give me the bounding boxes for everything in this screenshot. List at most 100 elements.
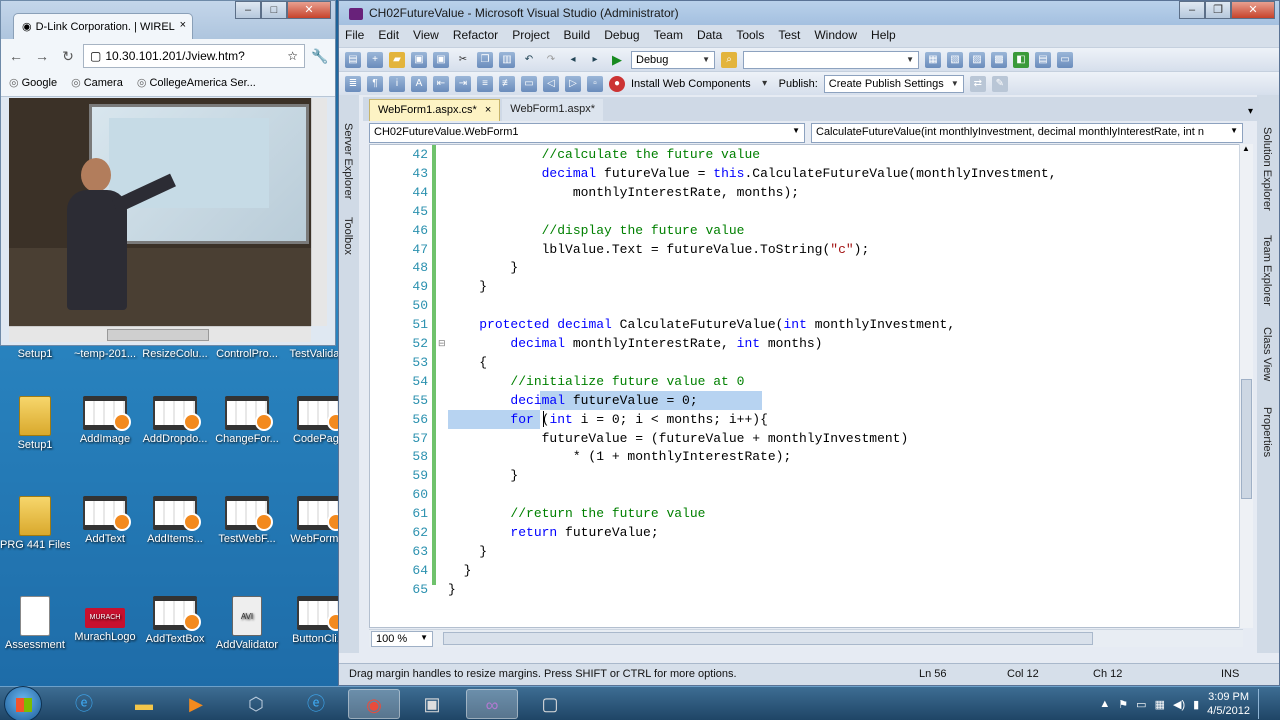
desktop-icon[interactable]: AddText xyxy=(70,496,140,545)
solution-explorer-tab[interactable]: Solution Explorer xyxy=(1261,127,1273,211)
close-icon[interactable]: × xyxy=(485,104,491,116)
maximize-button[interactable]: □ xyxy=(261,1,287,19)
open-file-icon[interactable]: ▰ xyxy=(389,51,405,68)
save-icon[interactable]: ▣ xyxy=(411,51,427,68)
code-line[interactable]: //display the future value xyxy=(448,223,745,238)
close-button[interactable]: ✕ xyxy=(1231,1,1275,19)
toolbar-options-icon[interactable]: ▾ xyxy=(757,76,773,92)
menu-test[interactable]: Test xyxy=(778,28,800,44)
bookmark-prev-icon[interactable]: ◁ xyxy=(543,75,559,92)
editor-vertical-scrollbar[interactable]: ▲ xyxy=(1239,144,1253,628)
find-icon[interactable]: ⌕ xyxy=(721,51,737,68)
code-line[interactable]: decimal monthlyInterestRate, int months) xyxy=(448,336,822,351)
start-debugging-icon[interactable]: ▶ xyxy=(609,52,625,68)
volume-icon[interactable]: ◀) xyxy=(1173,698,1185,711)
tab-overflow-icon[interactable]: ▾ xyxy=(1242,106,1259,121)
menu-window[interactable]: Window xyxy=(814,28,857,44)
desktop-icon-label[interactable]: ~temp-201... xyxy=(70,348,140,360)
start-button[interactable] xyxy=(4,686,42,720)
install-web-components-button[interactable]: Install Web Components xyxy=(631,78,751,90)
extension-icon[interactable]: ▤ xyxy=(1035,51,1051,68)
code-line[interactable]: } xyxy=(448,468,518,483)
cut-icon[interactable]: ✂ xyxy=(455,52,471,68)
code-line[interactable]: futureValue = (futureValue + monthlyInve… xyxy=(448,431,909,446)
member-list-icon[interactable]: ≣ xyxy=(345,75,361,92)
menu-team[interactable]: Team xyxy=(654,28,683,44)
navigate-forward-icon[interactable]: ▸ xyxy=(587,52,603,68)
visual-studio-taskbar-icon[interactable]: ∞ xyxy=(466,689,518,719)
configuration-select[interactable]: Debug ▼ xyxy=(631,50,715,69)
copy-icon[interactable]: ❐ xyxy=(477,51,493,68)
back-icon[interactable]: ← xyxy=(5,48,27,64)
desktop-icon[interactable]: Assessment xyxy=(0,596,70,651)
bookmark-toggle-icon[interactable]: ▭ xyxy=(521,75,537,92)
properties-icon[interactable]: ▧ xyxy=(947,51,963,68)
menu-view[interactable]: View xyxy=(413,28,439,44)
bookmark-clear-icon[interactable]: ▫ xyxy=(587,75,603,92)
chrome-window[interactable]: ◉ D-Link Corporation. | WIREL × – □ ✕ ← →… xyxy=(0,0,336,346)
chrome-tab[interactable]: ◉ D-Link Corporation. | WIREL × xyxy=(13,13,193,39)
web-components-icon[interactable]: ● xyxy=(609,75,625,92)
tray-expand-icon[interactable]: ▲ xyxy=(1099,698,1110,710)
comment-icon[interactable]: ≡ xyxy=(477,75,493,92)
desktop-icon[interactable]: AddItems... xyxy=(140,496,210,545)
minimize-button[interactable]: – xyxy=(1179,1,1205,19)
code-editor[interactable]: 42 //calculate the future value 43 decima… xyxy=(369,144,1243,628)
start-page-icon[interactable]: ◧ xyxy=(1013,51,1029,68)
parameter-info-icon[interactable]: ¶ xyxy=(367,75,383,92)
desktop-icon[interactable]: AddDropdo... xyxy=(140,396,210,445)
chrome-taskbar-icon[interactable]: ◉ xyxy=(348,689,400,719)
bookmark-next-icon[interactable]: ▷ xyxy=(565,75,581,92)
uncomment-icon[interactable]: ≢ xyxy=(499,75,515,92)
code-line[interactable]: * (1 + monthlyInterestRate); xyxy=(448,449,791,464)
power-icon[interactable]: ▮ xyxy=(1193,698,1199,711)
window-taskbar-icon[interactable]: ▢ xyxy=(524,689,576,719)
desktop-icon[interactable]: AVI AddValidator xyxy=(212,596,282,651)
clock[interactable]: 3:09 PM 4/5/2012 xyxy=(1207,690,1250,718)
star-icon[interactable]: ☆ xyxy=(287,49,298,63)
bookmark-google[interactable]: Google xyxy=(9,76,57,93)
chrome-horizontal-scrollbar[interactable] xyxy=(9,326,311,342)
redo-icon[interactable]: ↷ xyxy=(543,52,559,68)
member-dropdown[interactable]: CalculateFutureValue(int monthlyInvestme… xyxy=(811,123,1243,143)
bookmark-camera[interactable]: Camera xyxy=(71,76,123,93)
quick-info-icon[interactable]: i xyxy=(389,75,405,92)
server-explorer-tab[interactable]: Server Explorer xyxy=(342,123,354,199)
code-line[interactable]: lblValue.Text = futureValue.ToString("c"… xyxy=(448,242,870,257)
menu-data[interactable]: Data xyxy=(697,28,722,44)
media-player-icon[interactable]: ▶ xyxy=(170,689,222,719)
team-explorer-tab[interactable]: Team Explorer xyxy=(1261,235,1273,306)
new-project-icon[interactable]: ▤ xyxy=(345,51,361,68)
desktop-icon-label[interactable]: ControlPro... xyxy=(212,348,282,360)
outline-collapse-icon[interactable]: ⊟ xyxy=(438,338,446,349)
desktop-icon-label[interactable]: Setup1 xyxy=(0,348,70,360)
indent-icon[interactable]: ⇥ xyxy=(455,75,471,92)
code-line[interactable]: for (int i = 0; i < months; i++){ xyxy=(448,412,767,427)
tab-webform1-aspx-cs[interactable]: WebForm1.aspx.cs* × xyxy=(369,99,501,121)
show-desktop-button[interactable] xyxy=(1258,689,1270,719)
menu-debug[interactable]: Debug xyxy=(604,28,639,44)
code-line[interactable]: } xyxy=(448,279,487,294)
toolbox-icon[interactable]: ▩ xyxy=(991,51,1007,68)
toolbox-tab[interactable]: Toolbox xyxy=(342,217,354,255)
menu-help[interactable]: Help xyxy=(871,28,896,44)
forward-icon[interactable]: → xyxy=(31,48,53,64)
restore-button[interactable]: ❐ xyxy=(1205,1,1231,19)
menu-edit[interactable]: Edit xyxy=(378,28,399,44)
chrome-vertical-scrollbar[interactable] xyxy=(311,98,327,326)
menu-tools[interactable]: Tools xyxy=(736,28,764,44)
find-combo[interactable]: ▼ xyxy=(743,50,919,69)
code-line[interactable]: } xyxy=(448,544,487,559)
code-line[interactable]: } xyxy=(448,563,472,578)
close-button[interactable]: ✕ xyxy=(287,1,331,19)
undo-icon[interactable]: ↶ xyxy=(521,52,537,68)
publish-web-icon[interactable]: ⇄ xyxy=(969,75,986,92)
scroll-thumb[interactable] xyxy=(1241,379,1252,499)
tab-close-icon[interactable]: × xyxy=(180,19,186,31)
scroll-thumb[interactable] xyxy=(443,632,1093,645)
add-item-icon[interactable]: + xyxy=(367,51,383,68)
class-view-tab[interactable]: Class View xyxy=(1261,327,1273,381)
code-line[interactable]: } xyxy=(448,582,456,597)
menu-build[interactable]: Build xyxy=(564,28,591,44)
desktop-icon-label[interactable]: ResizeColu... xyxy=(140,348,210,360)
